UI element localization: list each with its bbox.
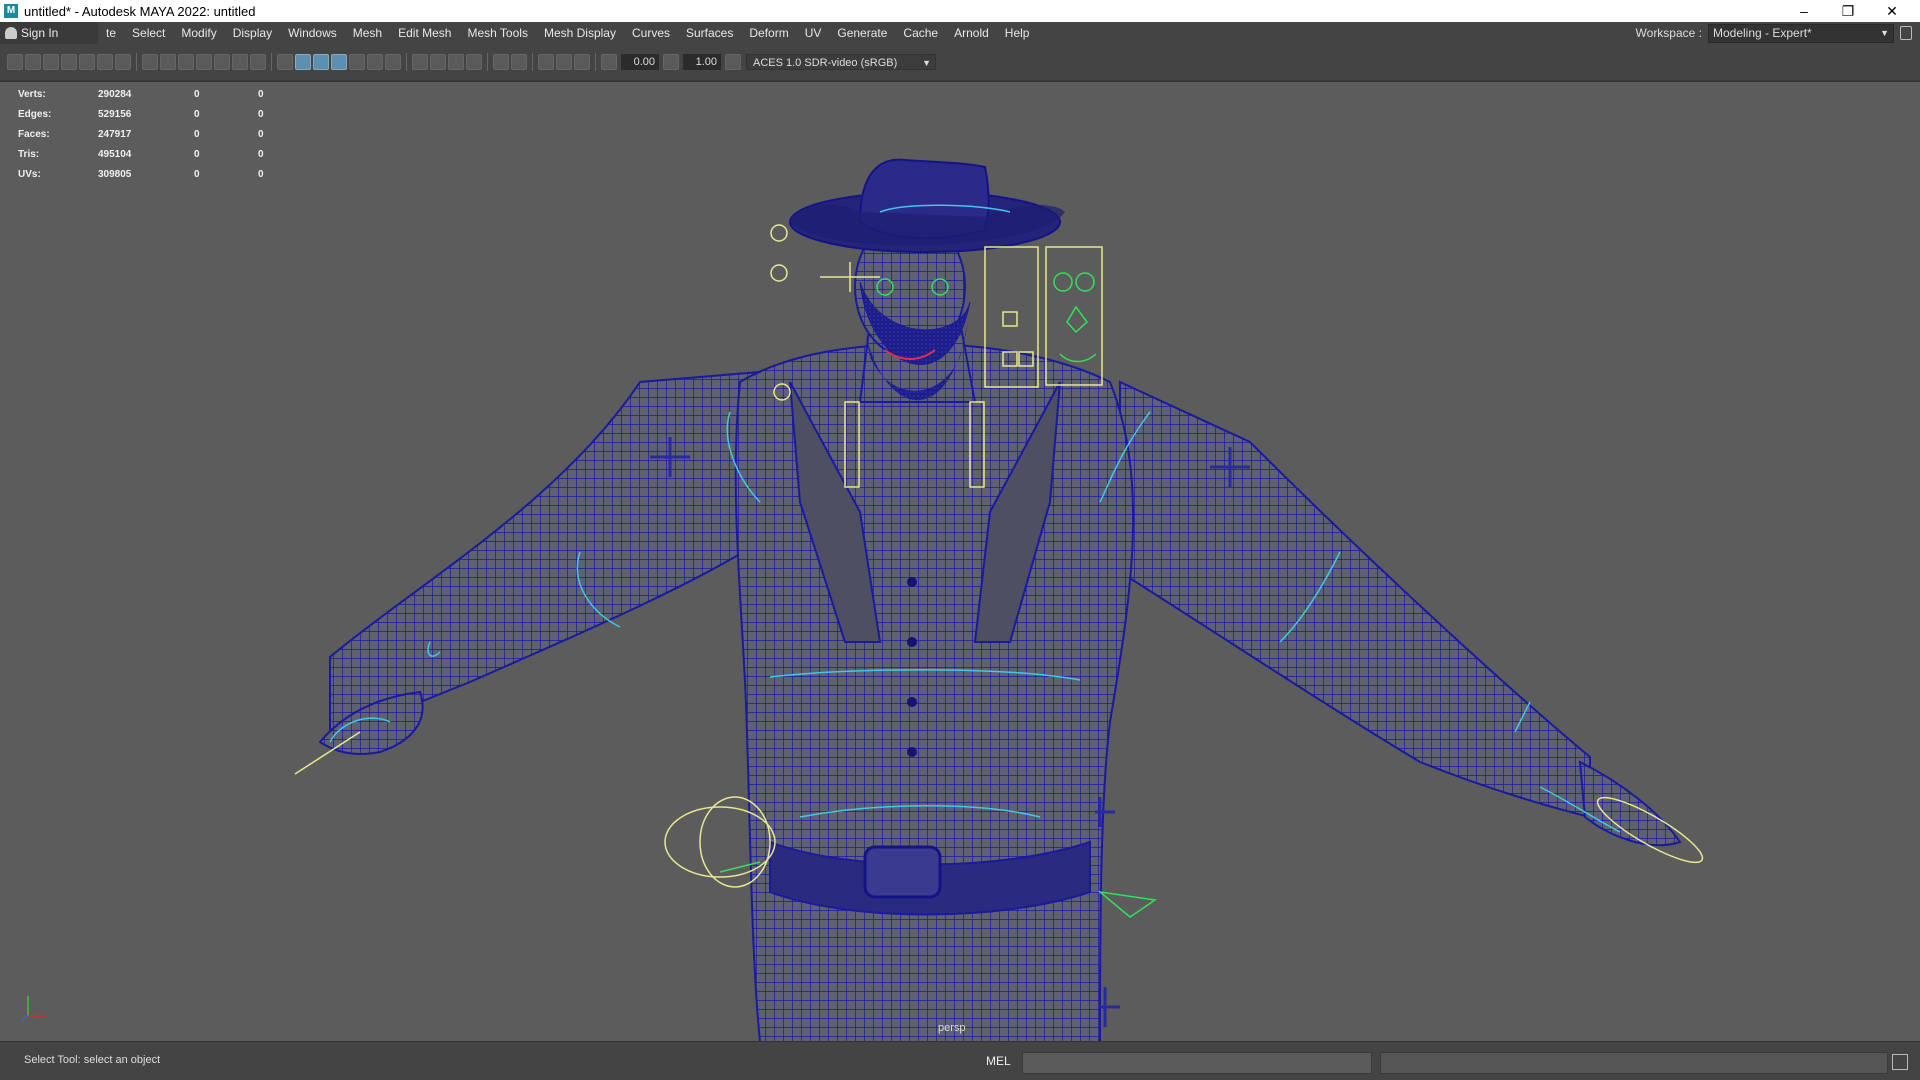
menu-curves[interactable]: Curves	[624, 26, 678, 40]
minimize-icon[interactable]: –	[1782, 0, 1826, 22]
menu-edit-mesh[interactable]: Edit Mesh	[390, 26, 459, 40]
safe-action-icon[interactable]	[232, 54, 248, 70]
menu-cache[interactable]: Cache	[895, 26, 946, 40]
scene-render[interactable]	[0, 82, 1920, 1042]
workspace-value: Modeling - Expert*	[1713, 25, 1812, 40]
menu-mesh[interactable]: Mesh	[345, 26, 390, 40]
separator	[532, 53, 533, 71]
xray-joints-icon[interactable]	[538, 54, 554, 70]
command-line-bar: Select Tool: select an object MEL	[0, 1041, 1920, 1080]
smooth-shade-icon[interactable]	[295, 54, 311, 70]
menu-arnold[interactable]: Arnold	[946, 26, 997, 40]
separator	[271, 53, 272, 71]
menu-select[interactable]: Select	[124, 26, 173, 40]
separator	[487, 53, 488, 71]
anti-aliasing-icon[interactable]	[448, 54, 464, 70]
script-editor-icon[interactable]	[1892, 1054, 1908, 1070]
isolate-select-icon[interactable]	[493, 54, 509, 70]
shadows-icon[interactable]	[385, 54, 401, 70]
menu-mesh-tools[interactable]: Mesh Tools	[459, 26, 535, 40]
film-gate-icon[interactable]	[160, 54, 176, 70]
chevron-down-icon: ▼	[1880, 27, 1889, 38]
menu-generate[interactable]: Generate	[829, 26, 895, 40]
separator	[136, 53, 137, 71]
workspace-label: Workspace :	[1635, 26, 1702, 40]
chevron-down-icon: ▼	[922, 58, 931, 68]
menu-help[interactable]: Help	[997, 26, 1038, 40]
backface-culling-icon[interactable]	[574, 54, 590, 70]
camera-name-label: persp	[938, 1022, 966, 1034]
menu-modify[interactable]: Modify	[173, 26, 224, 40]
help-line: Select Tool: select an object	[24, 1054, 161, 1066]
workspace-selector: Workspace : Modeling - Expert* ▼	[1636, 22, 1920, 44]
gate-mask-icon[interactable]	[196, 54, 212, 70]
exposure-icon[interactable]	[601, 54, 617, 70]
main-menu-bar: Sign In te Select Modify Display Windows…	[0, 22, 1920, 44]
image-plane-icon[interactable]	[79, 54, 95, 70]
menu-mesh-display[interactable]: Mesh Display	[536, 26, 624, 40]
menu-uv[interactable]: UV	[797, 26, 830, 40]
title-bar: M untitled* - Autodesk MAYA 2022: untitl…	[0, 0, 1920, 22]
workspace-dropdown[interactable]: Modeling - Expert* ▼	[1708, 23, 1894, 43]
motion-blur-icon[interactable]	[430, 54, 446, 70]
command-input[interactable]	[1022, 1052, 1372, 1074]
xray-icon[interactable]	[511, 54, 527, 70]
menu-deform[interactable]: Deform	[741, 26, 796, 40]
gamma-icon[interactable]	[663, 54, 679, 70]
command-result-field	[1380, 1052, 1888, 1074]
view-axis-icon	[21, 996, 46, 1021]
sign-in-button[interactable]: Sign In	[0, 22, 98, 44]
grid-icon[interactable]	[142, 54, 158, 70]
separator	[406, 53, 407, 71]
sign-in-label: Sign In	[21, 26, 59, 40]
resolution-gate-icon[interactable]	[178, 54, 194, 70]
default-material-icon[interactable]	[331, 54, 347, 70]
menu-surfaces[interactable]: Surfaces	[678, 26, 741, 40]
exposure-field[interactable]: 0.00	[621, 54, 659, 70]
view-transform-dropdown[interactable]: ACES 1.0 SDR-video (sRGB) ▼	[746, 54, 936, 70]
menu-display[interactable]: Display	[225, 26, 280, 40]
screen-space-ao-icon[interactable]	[412, 54, 428, 70]
textured-icon[interactable]	[349, 54, 365, 70]
separator	[595, 53, 596, 71]
use-all-lights-icon[interactable]	[367, 54, 383, 70]
gamma-field[interactable]: 1.00	[683, 54, 721, 70]
color-management-icon[interactable]	[725, 54, 741, 70]
bookmarks-icon[interactable]	[61, 54, 77, 70]
menu-windows[interactable]: Windows	[280, 26, 345, 40]
restore-icon[interactable]: ❐	[1826, 0, 1870, 22]
field-chart-icon[interactable]	[214, 54, 230, 70]
2d-pan-zoom-icon[interactable]	[97, 54, 113, 70]
depth-of-field-icon[interactable]	[466, 54, 482, 70]
select-camera-icon[interactable]	[7, 54, 23, 70]
grease-pencil-icon[interactable]	[115, 54, 131, 70]
character-mesh[interactable]	[318, 158, 1682, 1042]
panel-toolbar: 0.00 1.00 ACES 1.0 SDR-video (sRGB) ▼	[0, 44, 1920, 81]
menu-file-partial[interactable]: te	[98, 26, 124, 40]
lock-icon[interactable]	[1900, 26, 1912, 40]
safe-title-icon[interactable]	[250, 54, 266, 70]
camera-attributes-icon[interactable]	[43, 54, 59, 70]
close-icon[interactable]: ✕	[1870, 0, 1914, 22]
window-title: untitled* - Autodesk MAYA 2022: untitled	[24, 3, 256, 19]
lock-camera-icon[interactable]	[25, 54, 41, 70]
wireframe-on-shaded-icon[interactable]	[313, 54, 329, 70]
xray-active-icon[interactable]	[556, 54, 572, 70]
script-language-toggle[interactable]: MEL	[986, 1054, 1011, 1068]
wireframe-icon[interactable]	[277, 54, 293, 70]
view-transform-value: ACES 1.0 SDR-video (sRGB)	[753, 57, 898, 69]
perspective-viewport[interactable]: Verts: 290284 0 0 Edges: 529156 0 0 Face…	[0, 81, 1920, 1042]
maya-logo-icon: M	[4, 4, 18, 18]
user-icon	[5, 27, 17, 39]
